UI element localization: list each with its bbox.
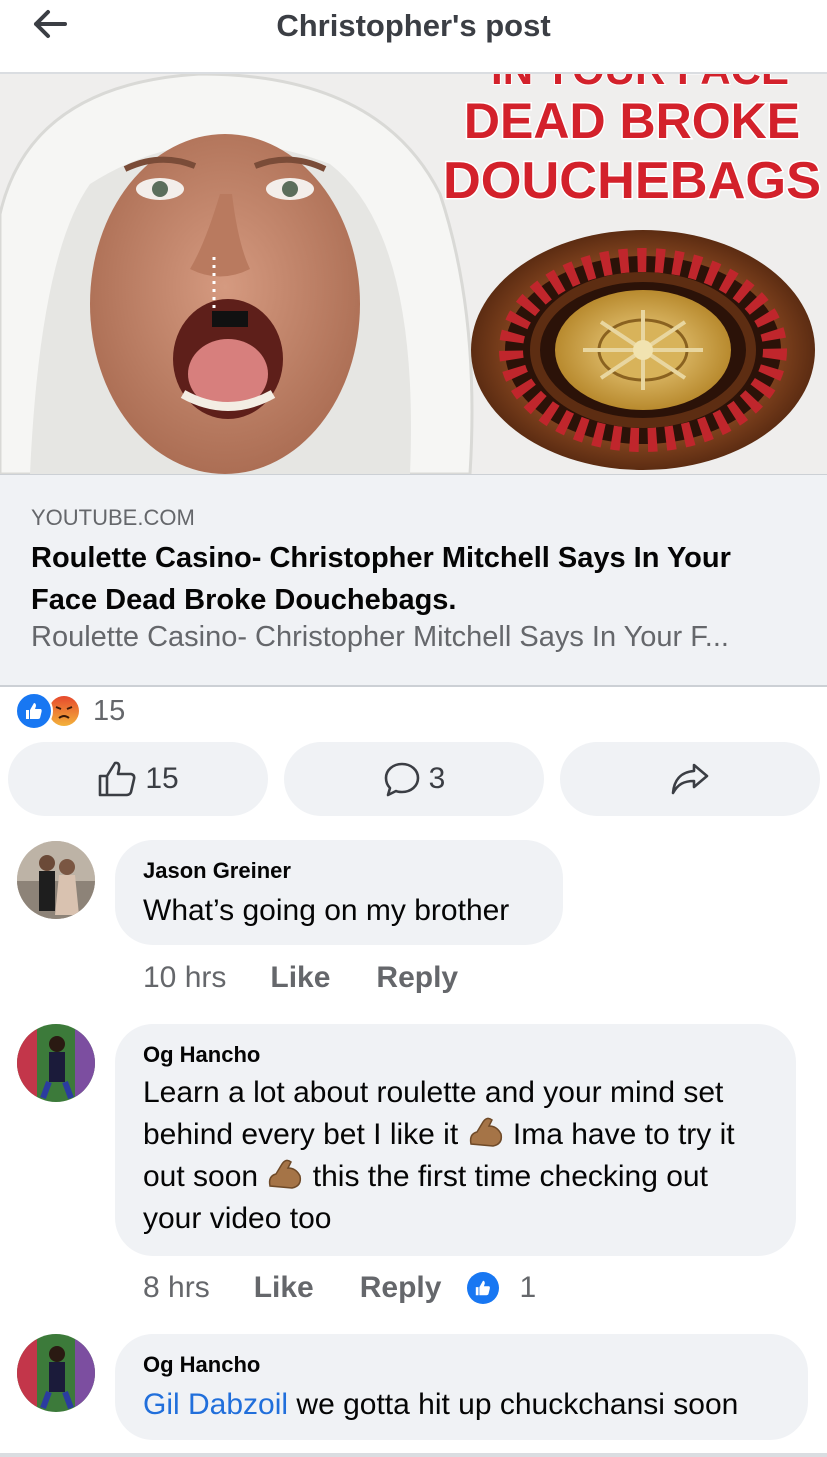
comment-meta: 10 hrs Like Reply: [143, 961, 458, 995]
comment-text-body: we gotta hit up chuckchansi soon: [288, 1388, 739, 1421]
comment-bubble-icon: [384, 762, 419, 797]
like-reaction-icon: [15, 692, 53, 730]
comment-author[interactable]: Og Hancho: [143, 1042, 260, 1068]
like-button[interactable]: 15: [8, 742, 268, 816]
avatar[interactable]: [17, 1334, 95, 1412]
comment-like-button[interactable]: Like: [270, 961, 330, 995]
mention-link[interactable]: Gil Dabzoil: [143, 1388, 288, 1421]
link-description: Roulette Casino- Christopher Mitchell Sa…: [31, 621, 729, 653]
comment-reply-button[interactable]: Reply: [360, 1271, 442, 1305]
avatar-photo: [17, 841, 95, 919]
avatar-photo: [17, 1334, 95, 1412]
comment-text-line: Learn a lot about roulette and your mind…: [143, 1076, 724, 1109]
roulette-wheel: [471, 230, 815, 470]
link-title[interactable]: Roulette Casino- Christopher Mitchell Sa…: [31, 537, 791, 621]
share-arrow-icon: [671, 763, 709, 795]
comment-text-line: out soon this the first time checking ou…: [143, 1156, 793, 1198]
thumbnail-headline-line-2: DOUCHEBAGS: [443, 152, 821, 210]
thumbnail-headline-line-0: IN YOUR FACE: [491, 74, 789, 93]
avatar[interactable]: [17, 841, 95, 919]
video-thumbnail: IN YOUR FACE DEAD BROKE DOUCHEBAGS: [0, 74, 827, 474]
comment-text: Learn a lot about roulette and your mind…: [143, 1072, 793, 1240]
comment-bubble[interactable]: Og Hancho Learn a lot about roulette and…: [115, 1024, 796, 1256]
avatar-photo: [17, 1024, 95, 1102]
comment-like-button[interactable]: Like: [254, 1271, 314, 1305]
comment-author[interactable]: Og Hancho: [143, 1352, 260, 1378]
link-preview-card[interactable]: YOUTUBE.COM Roulette Casino- Christopher…: [0, 474, 827, 687]
like-reaction-icon: [467, 1272, 500, 1304]
thumbs-up-outline-icon: [99, 761, 136, 797]
comment-time: 8 hrs: [143, 1271, 210, 1304]
thumbnail-headline-line-1: DEAD BROKE: [464, 93, 800, 149]
reaction-count: 15: [93, 694, 126, 727]
comment-text: What’s going on my brother: [143, 894, 510, 927]
divider: [0, 1453, 827, 1457]
comment-bubble[interactable]: Jason Greiner What’s going on my brother: [115, 840, 563, 945]
comment-reply-button[interactable]: Reply: [376, 961, 458, 995]
flexed-biceps-emoji-icon: [469, 1117, 502, 1147]
top-bar: Christopher's post: [0, 0, 827, 74]
comment-author[interactable]: Jason Greiner: [143, 858, 291, 884]
comment-like-count[interactable]: 1: [519, 1271, 536, 1305]
page-title: Christopher's post: [276, 8, 551, 43]
comment-count: 3: [428, 762, 446, 795]
comment-time: 10 hrs: [143, 961, 227, 994]
comment-meta: 8 hrs Like Reply 1: [143, 1271, 536, 1305]
comment-text-line: your video too: [143, 1202, 332, 1235]
flexed-biceps-emoji-icon: [269, 1159, 302, 1189]
link-preview-image[interactable]: IN YOUR FACE DEAD BROKE DOUCHEBAGS: [0, 74, 827, 474]
reaction-summary[interactable]: 15: [15, 692, 126, 730]
link-domain: YOUTUBE.COM: [31, 505, 195, 530]
comment-text-line: behind every bet I like it Ima have to t…: [143, 1114, 793, 1156]
like-count: 15: [145, 762, 179, 795]
avatar[interactable]: [17, 1024, 95, 1102]
comment-button[interactable]: 3: [284, 742, 544, 816]
comment-bubble[interactable]: Og Hancho Gil Dabzoil we gotta hit up ch…: [115, 1334, 808, 1440]
share-button[interactable]: [560, 742, 820, 816]
comment-text: Gil Dabzoil we gotta hit up chuckchansi …: [143, 1384, 738, 1426]
